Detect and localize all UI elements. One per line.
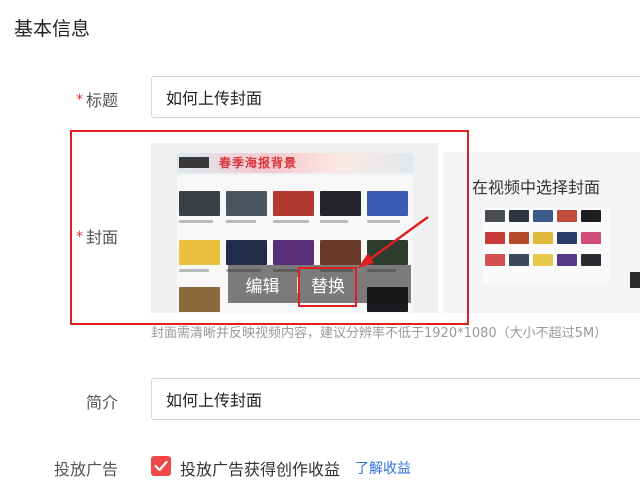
ads-label: 投放广告 bbox=[53, 460, 118, 479]
learn-earnings-link[interactable]: 了解收益 bbox=[355, 458, 411, 478]
thumbnail-tile bbox=[533, 254, 553, 266]
section-title: 基本信息 bbox=[14, 18, 91, 40]
thumbnail-tile bbox=[557, 254, 577, 266]
thumbnail-tile bbox=[533, 232, 553, 244]
thumbnail-tile bbox=[581, 210, 601, 222]
ads-checkbox[interactable] bbox=[151, 456, 171, 476]
thumbnail-tile bbox=[557, 232, 577, 244]
ads-checkbox-label[interactable]: 投放广告获得创作收益 bbox=[180, 456, 340, 480]
thumbnail-tile bbox=[509, 254, 529, 266]
highlight-box-replace bbox=[298, 267, 357, 307]
thumbnail-tile bbox=[581, 232, 601, 244]
thumbnail-tile bbox=[485, 210, 505, 222]
video-picker-preview bbox=[483, 208, 609, 283]
intro-input[interactable]: 如何上传封面 bbox=[151, 378, 640, 420]
highlight-box-cover bbox=[70, 130, 469, 325]
thumbnail-tile bbox=[509, 210, 529, 222]
intro-label: 简介 bbox=[85, 393, 118, 412]
intro-input-value: 如何上传封面 bbox=[166, 391, 263, 410]
thumbnail-tile bbox=[485, 232, 505, 244]
select-cover-from-video[interactable]: 在视频中选择封面 bbox=[443, 152, 640, 313]
title-input[interactable]: 如何上传封面 bbox=[151, 76, 640, 118]
thumbnail-tile bbox=[485, 254, 505, 266]
video-picker-label: 在视频中选择封面 bbox=[472, 178, 601, 197]
thumbnail-tile bbox=[581, 254, 601, 266]
title-label-text: 标题 bbox=[85, 91, 118, 110]
thumbnail-tile bbox=[533, 210, 553, 222]
video-picker-edge bbox=[630, 272, 640, 288]
title-label: * 标题 bbox=[76, 87, 118, 111]
thumbnail-tile bbox=[509, 232, 529, 244]
check-icon bbox=[154, 460, 168, 472]
thumbnail-tile bbox=[557, 210, 577, 222]
title-input-value: 如何上传封面 bbox=[166, 89, 263, 108]
required-mark: * bbox=[75, 92, 83, 108]
